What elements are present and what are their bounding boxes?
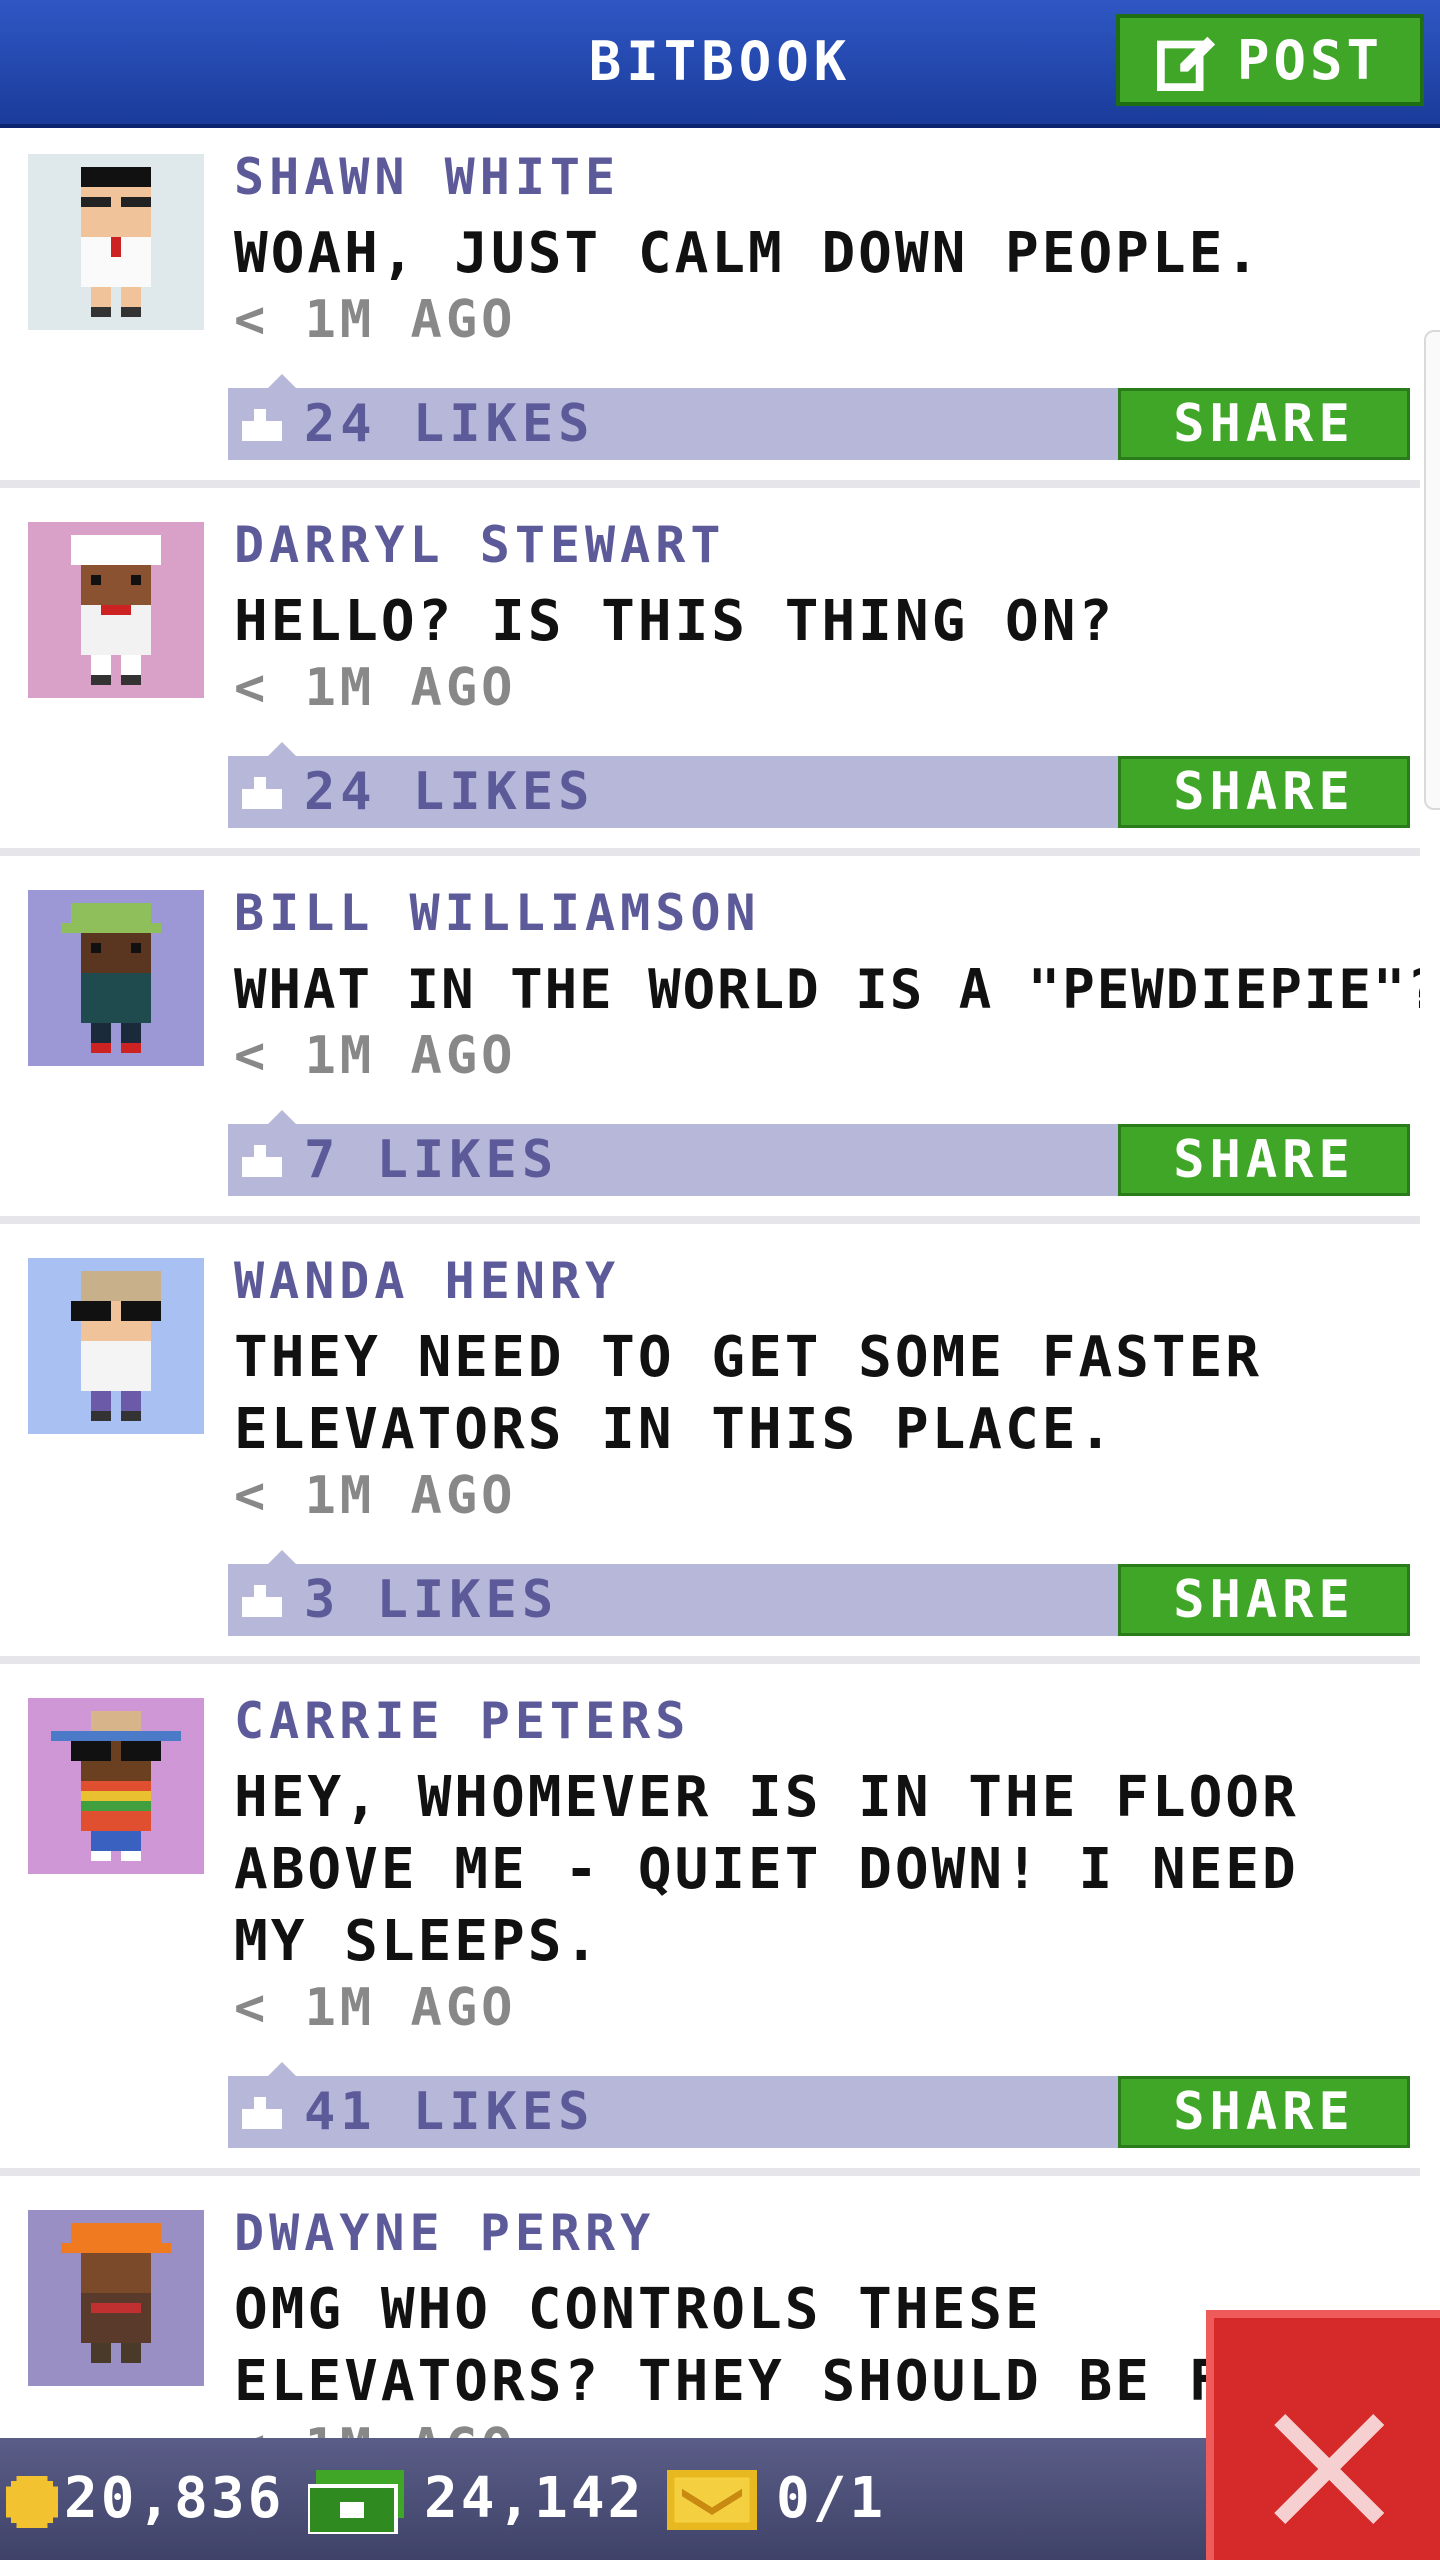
like-icon[interactable]: [242, 1584, 282, 1618]
avatar[interactable]: [28, 154, 204, 330]
divider: [0, 1656, 1420, 1664]
post-author[interactable]: WANDA HENRY: [234, 1252, 620, 1310]
like-count: 7 LIKES: [304, 1130, 559, 1190]
post-time: < 1M AGO: [234, 1978, 517, 2038]
share-button[interactable]: SHARE: [1118, 388, 1410, 460]
post-time: < 1M AGO: [234, 1026, 517, 1086]
post-button[interactable]: POST: [1116, 14, 1424, 106]
close-icon: [1274, 2414, 1384, 2524]
post-message: WOAH, JUST CALM DOWN PEOPLE.: [234, 221, 1263, 286]
share-button[interactable]: SHARE: [1118, 756, 1410, 828]
post-message: THEY NEED TO GET SOME FASTER ELEVATORS I…: [234, 1325, 1263, 1462]
feed-post: WANDA HENRY THEY NEED TO GET SOME FASTER…: [0, 1232, 1420, 1672]
like-icon[interactable]: [242, 1144, 282, 1178]
feed-post: BILL WILLIAMSON WHAT IN THE WORLD IS A "…: [0, 864, 1420, 1232]
feed-list[interactable]: SHAWN WHITE WOAH, JUST CALM DOWN PEOPLE.…: [0, 128, 1420, 2438]
like-icon[interactable]: [242, 776, 282, 810]
post-time: < 1M AGO: [234, 290, 517, 350]
share-button[interactable]: SHARE: [1118, 1564, 1410, 1636]
share-button[interactable]: SHARE: [1118, 2076, 1410, 2148]
post-author[interactable]: BILL WILLIAMSON: [234, 884, 761, 942]
like-icon[interactable]: [242, 2096, 282, 2130]
like-bar: 7 LIKES SHARE: [228, 1110, 1410, 1196]
avatar[interactable]: [28, 522, 204, 698]
ticket-icon: [667, 2470, 757, 2530]
cash-icon: [308, 2470, 404, 2534]
avatar[interactable]: [28, 2210, 204, 2386]
feed-post: CARRIE PETERS HEY, WHOMEVER IS IN THE FL…: [0, 1672, 1420, 2184]
post-author[interactable]: DARRYL STEWART: [234, 516, 725, 574]
like-bar: 24 LIKES SHARE: [228, 374, 1410, 460]
share-button[interactable]: SHARE: [1118, 1124, 1410, 1196]
post-author[interactable]: SHAWN WHITE: [234, 148, 620, 206]
post-time: < 1M AGO: [234, 658, 517, 718]
post-message: WHAT IN THE WORLD IS A "PEWDIEPIE"?: [234, 958, 1420, 1021]
scrollbar[interactable]: [1424, 330, 1440, 810]
post-button-label: POST: [1236, 28, 1384, 92]
divider: [0, 480, 1420, 488]
feed-post: DARRYL STEWART HELLO? IS THIS THING ON? …: [0, 496, 1420, 864]
like-count: 41 LIKES: [304, 2082, 595, 2142]
avatar[interactable]: [28, 1698, 204, 1874]
ticket-count: 0/1: [776, 2466, 887, 2531]
post-author[interactable]: CARRIE PETERS: [234, 1692, 690, 1750]
post-author[interactable]: DWAYNE PERRY: [234, 2204, 655, 2262]
close-button[interactable]: [1206, 2310, 1440, 2560]
coin-icon: [6, 2476, 58, 2528]
post-edit-icon: [1156, 36, 1216, 91]
like-count: 24 LIKES: [304, 394, 595, 454]
divider: [0, 1216, 1420, 1224]
like-count: 3 LIKES: [304, 1570, 559, 1630]
post-message: OMG WHO CONTROLS THESE ELEVATORS? THEY S…: [234, 2277, 1263, 2414]
post-message: HEY, WHOMEVER IS IN THE FLOOR ABOVE ME -…: [234, 1765, 1299, 1974]
coin-count: 20,836: [64, 2466, 285, 2531]
like-count: 24 LIKES: [304, 762, 595, 822]
app-header: BITBOOK POST: [0, 0, 1440, 128]
post-message: HELLO? IS THIS THING ON?: [234, 589, 1116, 654]
divider: [0, 2168, 1420, 2176]
divider: [0, 848, 1420, 856]
avatar[interactable]: [28, 1258, 204, 1434]
like-bar: 41 LIKES SHARE: [228, 2062, 1410, 2148]
cash-count: 24,142: [424, 2466, 645, 2531]
like-icon[interactable]: [242, 408, 282, 442]
like-bar: 3 LIKES SHARE: [228, 1550, 1410, 1636]
like-bar: 24 LIKES SHARE: [228, 742, 1410, 828]
post-time: < 1M AGO: [234, 2418, 516, 2438]
avatar[interactable]: [28, 890, 204, 1066]
post-time: < 1M AGO: [234, 1466, 517, 1526]
feed-post: SHAWN WHITE WOAH, JUST CALM DOWN PEOPLE.…: [0, 128, 1420, 496]
